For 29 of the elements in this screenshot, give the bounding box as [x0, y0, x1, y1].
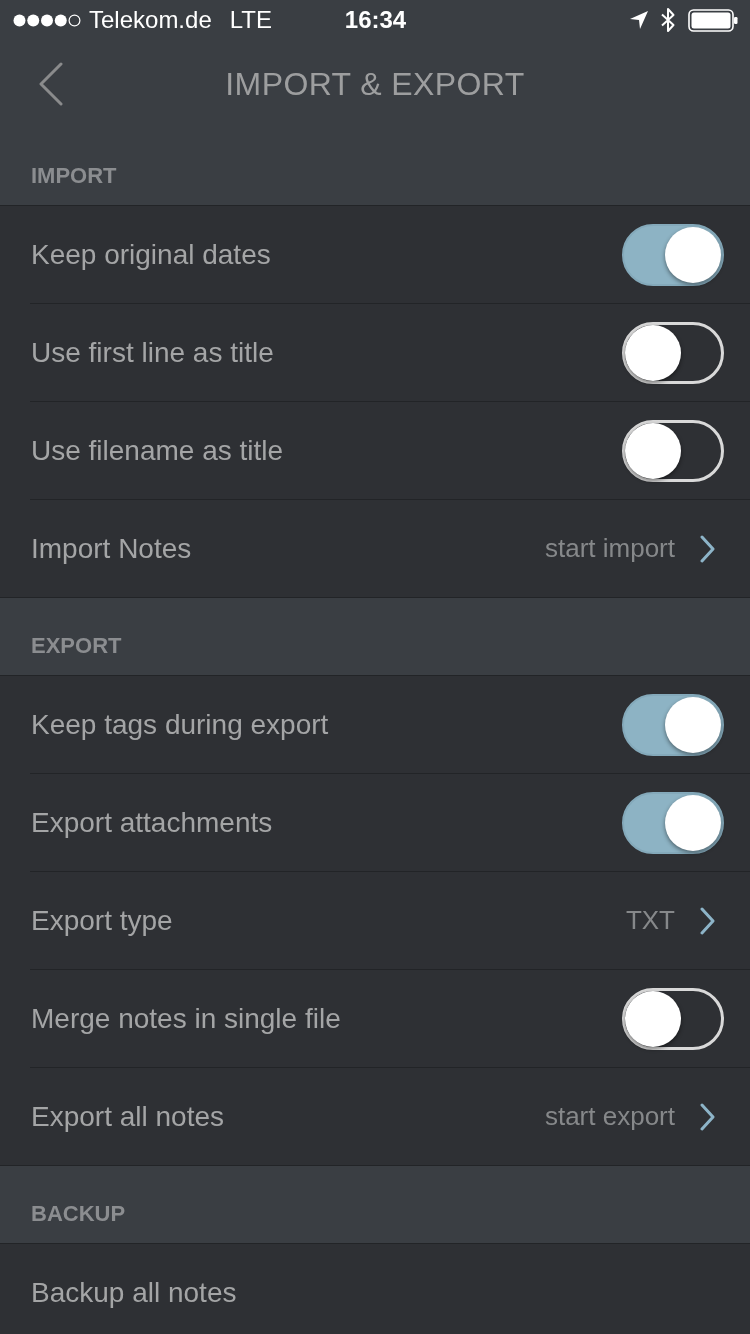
carrier-name: Telekom.de	[89, 6, 212, 34]
setting-label[interactable]: Backup all notes	[31, 1276, 237, 1309]
signal-strength-icon	[13, 13, 81, 27]
location-arrow-icon	[630, 11, 648, 29]
setting-value[interactable]: start import	[544, 533, 675, 564]
setting-label: Merge notes in single file	[31, 1002, 341, 1035]
network-type: LTE	[229, 6, 272, 34]
section-title: IMPORT	[31, 163, 117, 189]
section-title: BACKUP	[31, 1201, 126, 1227]
setting-label: Keep original dates	[31, 238, 271, 271]
setting-label[interactable]: Import Notes	[31, 532, 192, 565]
setting-label: Keep tags during export	[31, 708, 329, 741]
back-button[interactable]	[38, 62, 64, 106]
section-title: EXPORT	[31, 633, 122, 659]
chevron-left-icon	[38, 62, 64, 106]
setting-label: Use filename as title	[31, 434, 284, 467]
setting-label: Export attachments	[31, 806, 273, 839]
bluetooth-icon	[661, 7, 675, 33]
chevron-right-icon[interactable]	[700, 1102, 715, 1131]
setting-label[interactable]: Export all notes	[31, 1100, 224, 1133]
chevron-right-icon[interactable]	[700, 906, 715, 935]
chevron-right-icon[interactable]	[700, 534, 715, 563]
setting-label: Use first line as title	[31, 336, 274, 369]
setting-value[interactable]: start export	[544, 1101, 675, 1132]
setting-value[interactable]: TXT	[625, 905, 675, 936]
screen-title: IMPORT & EXPORT	[224, 65, 526, 103]
setting-label[interactable]: Export type	[31, 904, 173, 937]
clock-time: 16:34	[344, 6, 407, 34]
battery-icon	[688, 8, 738, 32]
